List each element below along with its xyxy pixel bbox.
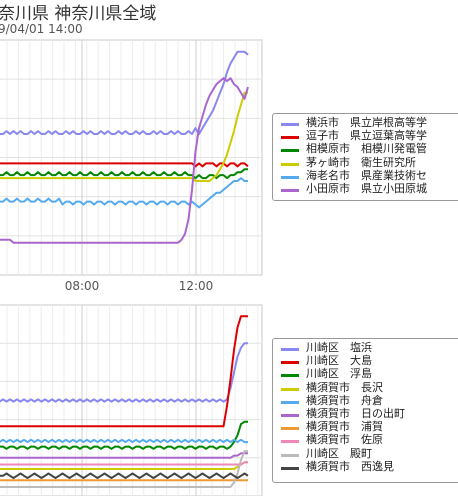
legend-swatch	[281, 374, 299, 378]
legend-swatch	[281, 466, 299, 470]
legend-swatch	[281, 136, 299, 140]
legend-label: 相模原市 相模川発電管	[306, 142, 427, 156]
x-tick-label-0800: 08:00	[65, 279, 100, 293]
legend-swatch	[281, 440, 299, 444]
legend-label: 茅ヶ崎市 衛生研究所	[306, 155, 416, 169]
legend-label: 横浜市 県立岸根高等学	[306, 116, 427, 129]
legend-swatch	[281, 123, 299, 126]
legend-swatch	[281, 414, 299, 417]
legend-swatch	[281, 400, 299, 404]
legend-label: 川崎区 大島	[306, 354, 372, 368]
legend-label: 海老名市 県産業技術セ	[306, 168, 427, 182]
legend-swatch	[281, 387, 299, 391]
chart-1-legend: 横浜市 県立岸根高等学 逗子市 県立逗葉高等学 相模原市 相模川発電管 茅ヶ崎市 衛生…	[272, 113, 458, 201]
legend-label: 横須賀市 西逸見	[306, 459, 394, 473]
chart-2-legend: 川崎区 塩浜 川崎区 大島 川崎区 浮島 横須賀市 長沢 横須賀市 舟倉 横須賀市 日の出…	[272, 338, 458, 483]
legend-swatch	[281, 162, 299, 166]
legend-label: 川崎区 塩浜	[306, 341, 372, 354]
legend-swatch	[281, 453, 299, 457]
legend-label: 横須賀市 佐原	[306, 433, 383, 447]
legend-label: 川崎区 殿町	[306, 446, 372, 460]
legend-swatch	[281, 189, 299, 192]
legend-label: 川崎区 浮島	[306, 367, 372, 381]
legend-label: 逗子市 県立逗葉高等学	[306, 129, 427, 143]
legend-label: 横須賀市 日の出町	[306, 407, 405, 420]
legend-label: 横須賀市 浦賀	[306, 420, 383, 434]
legend-swatch	[281, 175, 299, 179]
legend-label: 横須賀市 舟倉	[306, 393, 383, 407]
legend-swatch	[281, 361, 299, 365]
legend-swatch	[281, 427, 299, 431]
legend-swatch	[281, 348, 299, 351]
legend-swatch	[281, 149, 299, 153]
legend-label: 小田原市 県立小田原城	[306, 182, 427, 195]
x-tick-label-1200: 12:00	[179, 279, 214, 293]
legend-label: 横須賀市 長沢	[306, 380, 383, 394]
